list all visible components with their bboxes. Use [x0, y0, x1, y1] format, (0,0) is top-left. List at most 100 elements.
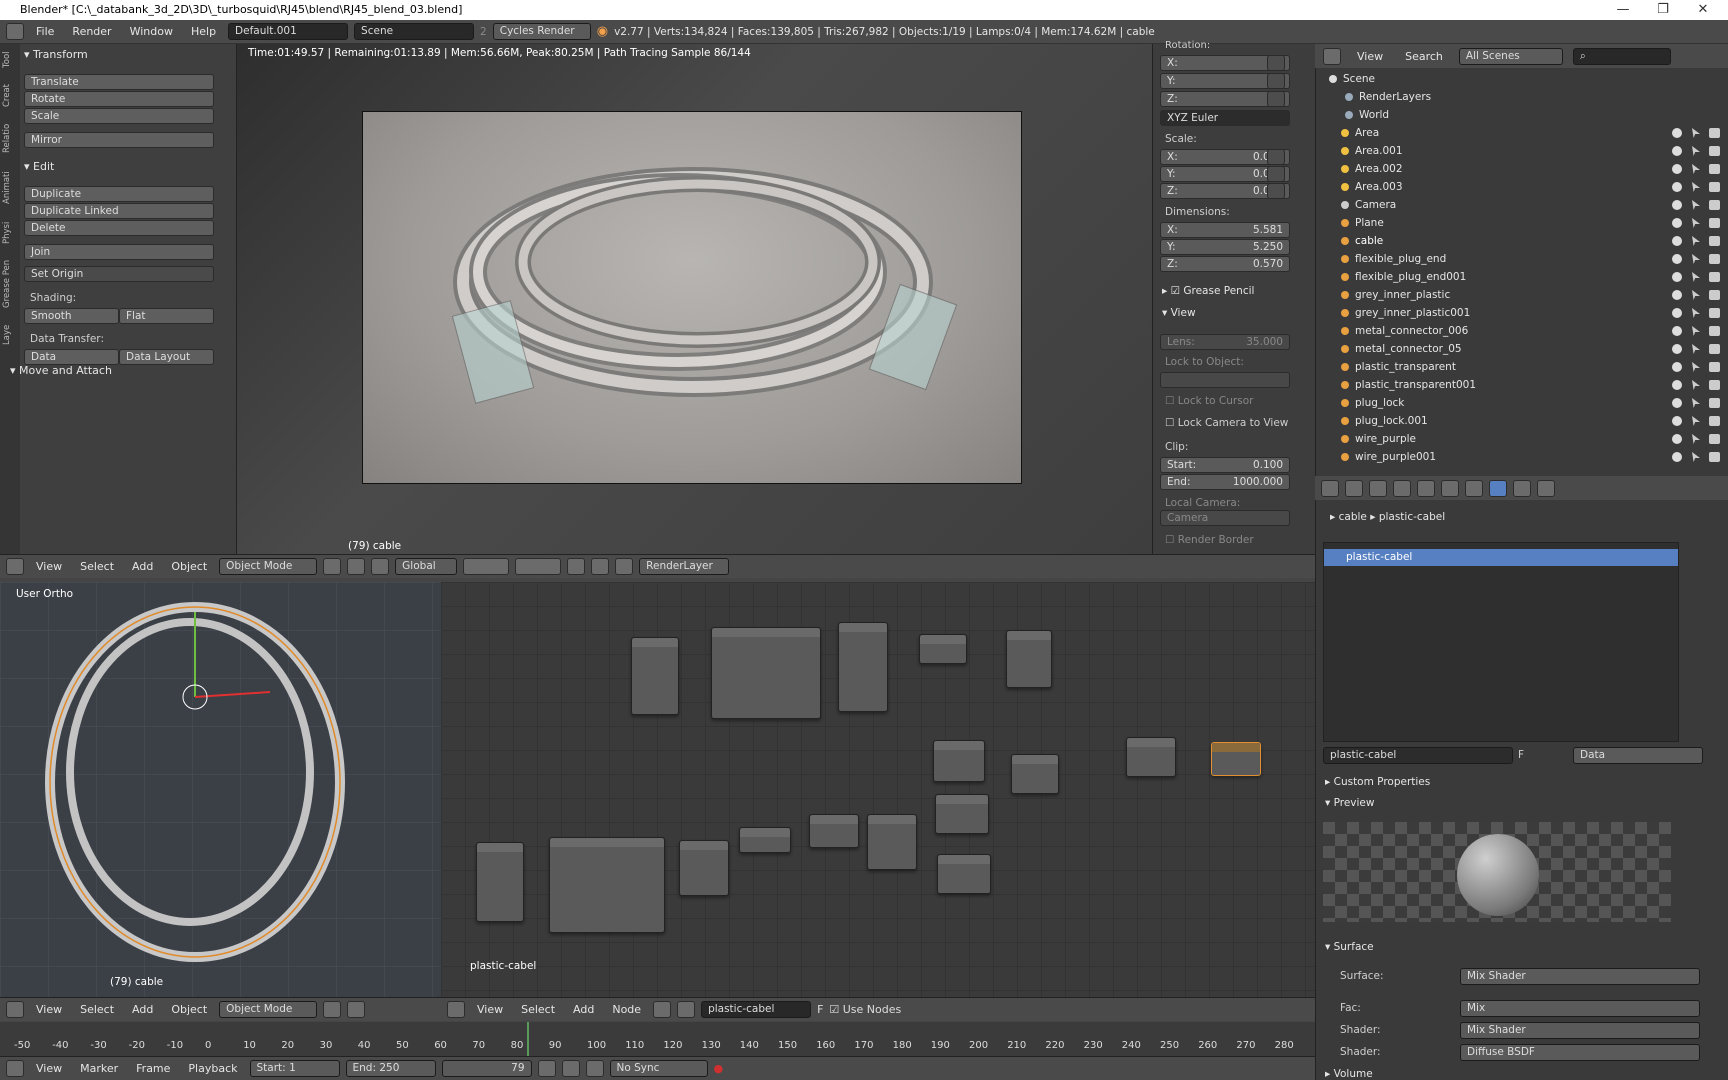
flat-button[interactable]: Flat: [119, 308, 214, 324]
mix-shader-node[interactable]: [1011, 754, 1059, 794]
scene-field[interactable]: Scene: [354, 23, 475, 40]
visibility-eye-icon[interactable]: [1672, 182, 1682, 192]
outliner-item[interactable]: Area: [1315, 124, 1728, 142]
transform-panel-header[interactable]: ▾ Transform: [24, 48, 224, 66]
editor-type-icon[interactable]: [6, 558, 24, 575]
node-editor[interactable]: [441, 582, 1315, 998]
surface-shader-select[interactable]: Mix Shader: [1460, 968, 1700, 985]
set-origin-select[interactable]: Set Origin: [24, 266, 214, 282]
visibility-eye-icon[interactable]: [1672, 272, 1682, 282]
dimension-z-field[interactable]: Z: 0.570: [1160, 256, 1290, 272]
selectability-cursor-icon[interactable]: [1692, 362, 1700, 372]
texture-tab-icon[interactable]: [1513, 479, 1531, 497]
view-menu[interactable]: View: [30, 560, 68, 573]
tab-layers[interactable]: Laye: [2, 320, 18, 350]
object-menu[interactable]: Object: [165, 560, 213, 573]
image-texture-node[interactable]: [838, 622, 888, 712]
selectability-cursor-icon[interactable]: [1692, 344, 1700, 354]
render-camera-icon[interactable]: [1709, 200, 1720, 210]
gamma-node[interactable]: [809, 814, 859, 848]
outliner-item[interactable]: Scene: [1315, 70, 1728, 88]
link-data-select[interactable]: Data: [1573, 747, 1703, 764]
translate-button[interactable]: Translate: [24, 74, 214, 90]
outliner-item[interactable]: World: [1315, 106, 1728, 124]
outliner-item[interactable]: Area.001: [1315, 142, 1728, 160]
visibility-eye-icon[interactable]: [1672, 380, 1682, 390]
visibility-eye-icon[interactable]: [1672, 200, 1682, 210]
lock-icon[interactable]: [1267, 149, 1285, 165]
selectability-cursor-icon[interactable]: [1692, 200, 1700, 210]
shader-type-icon[interactable]: [653, 1001, 672, 1018]
outliner-item[interactable]: flexible_plug_end: [1315, 250, 1728, 268]
outliner-item[interactable]: plug_lock: [1315, 394, 1728, 412]
outliner-search-menu[interactable]: Search: [1399, 50, 1449, 63]
layers-icon[interactable]: [463, 558, 510, 575]
render-border-checkbox[interactable]: ☐ Render Border: [1165, 534, 1254, 546]
render-camera-icon[interactable]: [1709, 272, 1720, 282]
dimension-y-field[interactable]: Y: 5.250: [1160, 239, 1290, 255]
tab-tools[interactable]: Tool: [2, 48, 18, 72]
visibility-eye-icon[interactable]: [1672, 344, 1682, 354]
start-frame-field[interactable]: Start: 1: [249, 1060, 340, 1077]
invert-node[interactable]: [919, 634, 967, 664]
mode-select[interactable]: Object Mode: [219, 1001, 318, 1018]
tab-physics[interactable]: Physi: [2, 218, 18, 248]
fake-user-button[interactable]: F: [1518, 749, 1524, 761]
grease-pencil-panel-header[interactable]: ▸ ☑ Grease Pencil: [1162, 285, 1254, 297]
selectability-cursor-icon[interactable]: [1692, 254, 1700, 264]
selectability-cursor-icon[interactable]: [1692, 398, 1700, 408]
outliner-view-menu[interactable]: View: [1351, 50, 1389, 63]
outliner-item[interactable]: Plane: [1315, 214, 1728, 232]
visibility-eye-icon[interactable]: [1672, 308, 1682, 318]
selectability-cursor-icon[interactable]: [1692, 380, 1700, 390]
visibility-eye-icon[interactable]: [1672, 326, 1682, 336]
editor-type-icon[interactable]: [1321, 479, 1339, 497]
texture-coordinate-node[interactable]: [631, 637, 679, 715]
node-view-menu[interactable]: View: [471, 1003, 509, 1016]
render-tab-icon[interactable]: [1345, 479, 1363, 497]
visibility-eye-icon[interactable]: [1672, 452, 1682, 462]
visibility-eye-icon[interactable]: [1672, 416, 1682, 426]
screen-layout-field[interactable]: Default.001: [228, 23, 349, 40]
editor-type-icon[interactable]: [6, 1001, 24, 1018]
diffuse-node[interactable]: [935, 794, 989, 834]
jump-end-icon[interactable]: [585, 1060, 604, 1077]
preview-header[interactable]: ▾ Preview: [1325, 797, 1374, 809]
render-camera-icon[interactable]: [1709, 326, 1720, 336]
physics-tab-icon[interactable]: [1537, 479, 1555, 497]
scale-button[interactable]: Scale: [24, 108, 214, 124]
move-attach-panel-header[interactable]: ▾ Move and Attach: [10, 364, 210, 382]
mix-shader-node-2[interactable]: [1126, 737, 1176, 777]
tab-grease-pencil[interactable]: Grease Pen: [2, 256, 18, 312]
timeline[interactable]: [0, 1022, 1315, 1056]
selectability-cursor-icon[interactable]: [1692, 128, 1700, 138]
render-camera-icon[interactable]: [1709, 182, 1720, 192]
play-icon[interactable]: [561, 1060, 580, 1077]
duplicate-button[interactable]: Duplicate: [24, 186, 214, 202]
display-mode-select[interactable]: All Scenes: [1458, 47, 1563, 65]
render-camera-icon[interactable]: [1709, 416, 1720, 426]
editor-type-icon[interactable]: [6, 1060, 24, 1077]
ortho-3d-viewport[interactable]: [0, 582, 441, 998]
snap-icon[interactable]: [567, 558, 586, 575]
render-camera-icon[interactable]: [1709, 380, 1720, 390]
render-layer-field[interactable]: RenderLayer: [639, 558, 730, 575]
outliner-item[interactable]: grey_inner_plastic001: [1315, 304, 1728, 322]
orientation-select[interactable]: Global: [395, 558, 458, 575]
selectability-cursor-icon[interactable]: [1692, 218, 1700, 228]
editor-type-icon[interactable]: [447, 1001, 465, 1018]
visibility-eye-icon[interactable]: [1672, 236, 1682, 246]
shader2-select[interactable]: Diffuse BSDF: [1460, 1044, 1700, 1061]
visibility-eye-icon[interactable]: [1672, 362, 1682, 372]
object-tab-icon[interactable]: [1417, 479, 1435, 497]
close-button[interactable]: ✕: [1683, 0, 1723, 20]
visibility-eye-icon[interactable]: [1672, 146, 1682, 156]
render-camera-icon[interactable]: [1709, 146, 1720, 156]
node-fake-user-button[interactable]: F: [817, 1003, 823, 1016]
render-camera-icon[interactable]: [1709, 218, 1720, 228]
view-panel-header[interactable]: ▾ View: [1162, 307, 1196, 319]
selectability-cursor-icon[interactable]: [1692, 326, 1700, 336]
pivot-icon[interactable]: [347, 1001, 366, 1018]
render-icon[interactable]: [615, 558, 634, 575]
material-tab-icon[interactable]: [1489, 479, 1507, 497]
